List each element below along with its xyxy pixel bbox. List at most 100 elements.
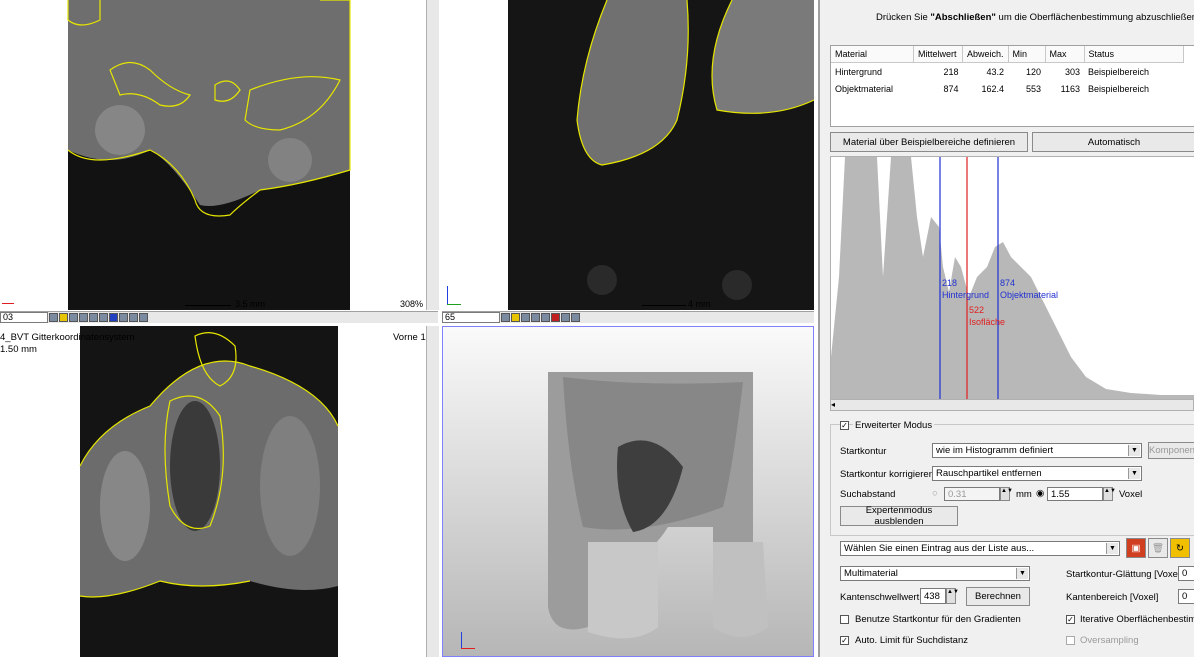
viewport-top-right-toolbar: 65 bbox=[442, 311, 814, 323]
material-mode-select[interactable]: Multimaterial ▼ bbox=[840, 566, 1030, 581]
material-table: Material Mittelwert Abweich. Min Max Sta… bbox=[830, 45, 1194, 127]
zoom-label: 308% bbox=[400, 299, 424, 309]
hide-expert-mode-button[interactable]: Expertenmodus ausblenden bbox=[840, 505, 958, 527]
axis-y-indicator bbox=[447, 304, 461, 305]
pan-icon[interactable] bbox=[521, 313, 530, 322]
camera-icon[interactable] bbox=[139, 313, 148, 322]
table-row[interactable]: Objektmaterial 874 162.4 553 1163 Beispi… bbox=[831, 80, 1183, 97]
suchabstand-label: Suchabstand bbox=[840, 489, 896, 500]
radio-voxel[interactable]: ◉ bbox=[1036, 488, 1044, 499]
iso-marker-label: Isofläche bbox=[969, 317, 1006, 327]
col-status[interactable]: Status bbox=[1084, 46, 1184, 63]
axis-z-indicator bbox=[447, 286, 448, 304]
startkontur-label: Startkontur bbox=[840, 446, 887, 457]
zoom-icon[interactable] bbox=[79, 313, 88, 322]
plane-icon[interactable] bbox=[551, 313, 560, 322]
iso-marker-value: 522 bbox=[969, 305, 985, 315]
delete-preset-icon[interactable]: 🗑 bbox=[1148, 538, 1168, 558]
viewport-top-left[interactable]: 3.5 mm 308% bbox=[0, 0, 426, 310]
col-deviation[interactable]: Abweich. bbox=[962, 46, 1009, 63]
kantenbereich-input[interactable]: 0 bbox=[1178, 589, 1194, 604]
automatic-button[interactable]: Automatisch bbox=[1032, 132, 1194, 152]
obj-marker-label: Objektmaterial bbox=[1000, 290, 1059, 300]
obj-marker-value: 874 bbox=[1000, 278, 1016, 288]
grid-icon[interactable] bbox=[541, 313, 550, 322]
viewport-top-left-toolbar: 03 bbox=[0, 311, 438, 323]
col-material[interactable]: Material bbox=[831, 46, 914, 63]
grid-icon[interactable] bbox=[89, 313, 98, 322]
iterative-checkbox[interactable]: ✓ bbox=[1066, 615, 1075, 624]
slice-select[interactable]: 03 bbox=[0, 312, 48, 323]
pencil-icon[interactable] bbox=[511, 313, 520, 322]
chevron-down-icon: ▼ bbox=[1106, 543, 1118, 554]
define-material-button[interactable]: Material über Beispielbereiche definiere… bbox=[830, 132, 1028, 152]
kantenbereich-label: Kantenbereich [Voxel] bbox=[1066, 592, 1159, 603]
expert-mode-label: Erweiterter Modus bbox=[853, 420, 935, 431]
measure-icon[interactable] bbox=[99, 313, 108, 322]
col-mean[interactable]: Mittelwert bbox=[913, 46, 963, 63]
zoom-icon[interactable] bbox=[531, 313, 540, 322]
scale-bar-label: 3.5 mm bbox=[235, 299, 266, 309]
auto-limit-label: Auto. Limit für Suchdistanz bbox=[855, 635, 968, 646]
col-max[interactable]: Max bbox=[1045, 46, 1085, 63]
3d-rendering bbox=[548, 372, 768, 639]
pencil-icon[interactable] bbox=[59, 313, 68, 322]
oversampling-checkbox[interactable] bbox=[1066, 636, 1075, 645]
suchabstand-mm-input[interactable]: 0.31 bbox=[944, 487, 1000, 501]
col-min[interactable]: Min bbox=[1008, 46, 1046, 63]
preset-list-select[interactable]: Wählen Sie einen Eintrag aus der Liste a… bbox=[840, 541, 1120, 556]
spinner-kantenschwell[interactable]: ▲▼ bbox=[946, 588, 959, 604]
glaettung-label: Startkontur-Glättung [Voxel] bbox=[1066, 569, 1183, 580]
load-preset-icon[interactable]: ↻ bbox=[1170, 538, 1190, 558]
scale-bar bbox=[185, 305, 231, 306]
ct-slice-sagittal bbox=[508, 0, 814, 310]
table-row[interactable]: Hintergrund 218 43.2 120 303 Beispielber… bbox=[831, 63, 1183, 81]
coordinate-system-label: 4_BVT Gitterkoordinatensystem bbox=[0, 332, 135, 343]
plane-icon[interactable] bbox=[109, 313, 118, 322]
axis-x-indicator bbox=[2, 303, 14, 304]
spinner-mm[interactable]: ▲▼ bbox=[1000, 487, 1013, 501]
layout-icon[interactable] bbox=[571, 313, 580, 322]
save-preset-icon[interactable]: ▣ bbox=[1126, 538, 1146, 558]
slice-select[interactable]: 65 bbox=[442, 312, 500, 323]
viewport-top-right[interactable]: 4 mm bbox=[442, 0, 814, 310]
viewport-bottom-left-scrollbar[interactable] bbox=[426, 326, 439, 657]
ruler-icon[interactable] bbox=[561, 313, 570, 322]
radio-mm[interactable]: ○ bbox=[932, 488, 938, 499]
instruction-text: Drücken Sie "Abschließen" um die Oberflä… bbox=[876, 12, 1194, 23]
toolbar-icon[interactable] bbox=[501, 313, 510, 322]
spinner-voxel[interactable]: ▲▼ bbox=[1103, 487, 1116, 501]
korrigieren-label: Startkontur korrigieren bbox=[840, 469, 934, 480]
axis-z-indicator bbox=[461, 632, 462, 648]
histogram[interactable]: 218 Hintergrund 874 Objektmaterial 522 I… bbox=[830, 156, 1194, 400]
kantenschwell-input[interactable]: 438 bbox=[920, 588, 946, 604]
chevron-down-icon: ▼ bbox=[1128, 445, 1140, 456]
gradient-checkbox[interactable] bbox=[840, 615, 849, 624]
mm-unit: mm bbox=[1016, 489, 1032, 500]
toolbar-icon[interactable] bbox=[49, 313, 58, 322]
viewport-3d[interactable] bbox=[442, 326, 814, 657]
viewport-bottom-left[interactable]: 4_BVT Gitterkoordinatensystem 1.50 mm Vo… bbox=[0, 326, 426, 657]
scale-bar-label: 4 mm bbox=[688, 299, 711, 309]
bg-marker-value: 218 bbox=[942, 278, 958, 288]
pan-icon[interactable] bbox=[69, 313, 78, 322]
auto-limit-checkbox[interactable]: ✓ bbox=[840, 636, 849, 645]
table-header: Material Mittelwert Abweich. Min Max Sta… bbox=[831, 46, 1184, 63]
voxel-unit: Voxel bbox=[1119, 489, 1143, 500]
ruler-icon[interactable] bbox=[119, 313, 128, 322]
korrigieren-select[interactable]: Rauschpartikel entfernen ▼ bbox=[932, 466, 1142, 481]
viewport-top-left-scrollbar[interactable] bbox=[426, 0, 439, 310]
startkontur-select[interactable]: wie im Histogramm definiert ▼ bbox=[932, 443, 1142, 458]
components-button[interactable]: Komponen bbox=[1148, 442, 1194, 459]
histogram-scrollbar[interactable]: ◂ bbox=[830, 399, 1194, 411]
expert-mode-checkbox[interactable]: ✓ bbox=[840, 421, 849, 430]
glaettung-input[interactable]: 0 bbox=[1178, 566, 1194, 581]
berechnen-button[interactable]: Berechnen bbox=[966, 587, 1030, 606]
suchabstand-voxel-input[interactable]: 1.55 bbox=[1047, 487, 1103, 501]
bg-marker-label: Hintergrund bbox=[942, 290, 990, 300]
view-label: Vorne 1 bbox=[393, 332, 426, 343]
chevron-down-icon: ▼ bbox=[1016, 568, 1028, 579]
scale-bar bbox=[642, 305, 686, 306]
layout-icon[interactable] bbox=[129, 313, 138, 322]
axis-x-indicator bbox=[461, 648, 475, 649]
